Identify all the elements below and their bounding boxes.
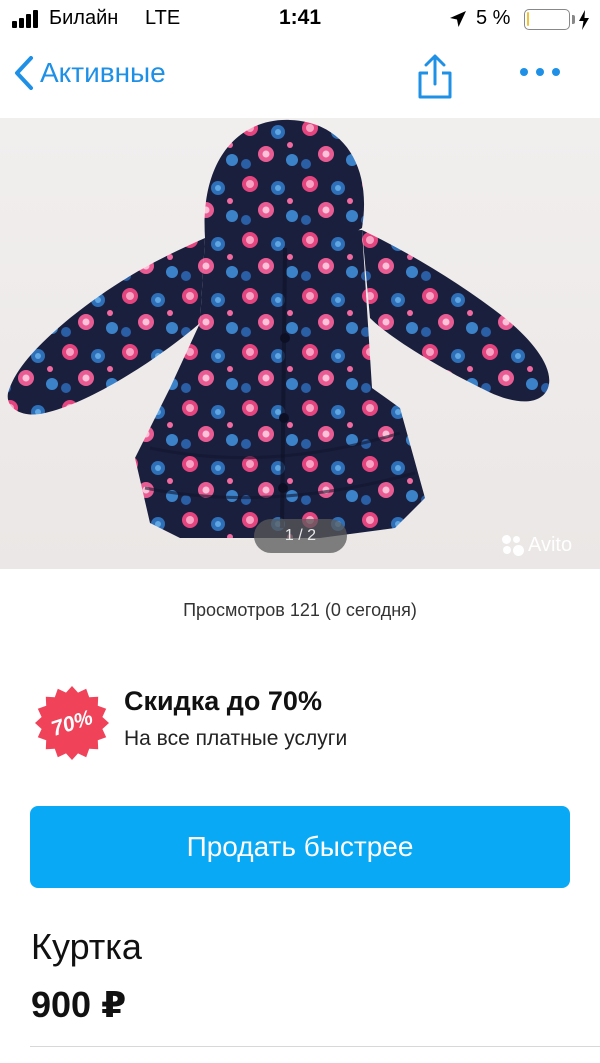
battery-tip: [572, 15, 575, 24]
battery-percent: 5 %: [476, 7, 511, 29]
share-icon[interactable]: [414, 54, 456, 100]
battery-icon: [524, 9, 570, 30]
avito-watermark-text: Avito: [528, 534, 573, 556]
item-title: Куртка: [31, 926, 142, 967]
photo-gallery[interactable]: 1 / 2 Avito: [0, 118, 600, 569]
status-bar: Билайн LTE 1:41 5 %: [0, 0, 600, 40]
divider: [30, 1046, 600, 1047]
back-button[interactable]: Активные: [14, 56, 166, 90]
chevron-left-icon: [15, 56, 33, 90]
charging-bolt-icon: [579, 10, 589, 30]
promo-subtitle: На все платные услуги: [124, 727, 348, 750]
views-count: Просмотров 121 (0 сегодня): [183, 600, 417, 620]
item-price: 900 ₽: [31, 984, 127, 1025]
back-button-label: Активные: [40, 57, 166, 88]
gallery-pager: 1 / 2: [254, 519, 347, 553]
avito-watermark: Avito: [502, 534, 572, 557]
avito-logo-icon: [502, 534, 524, 557]
promo-title: Скидка до 70%: [124, 686, 322, 716]
jacket-photo: [7, 119, 550, 538]
location-arrow-icon: [450, 11, 466, 27]
navigation-bar: Активные: [0, 40, 600, 118]
more-dots-icon[interactable]: [520, 68, 560, 76]
discount-promo[interactable]: 70% Скидка до 70% На все платные услуги: [34, 683, 574, 763]
sell-faster-button[interactable]: Продать быстрее: [30, 806, 570, 888]
discount-badge-icon: 70%: [35, 686, 109, 760]
battery-level: [527, 12, 529, 26]
